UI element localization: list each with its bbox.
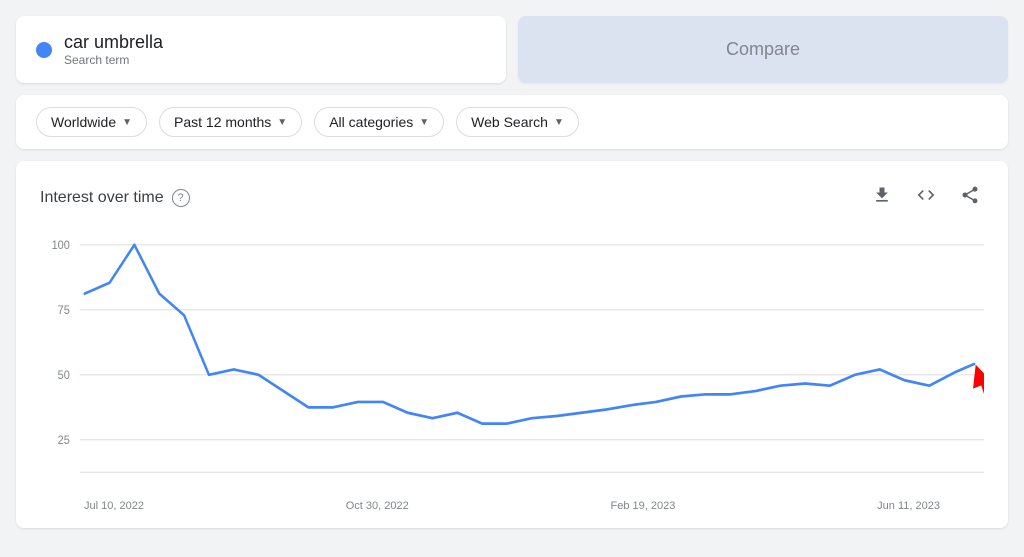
term-label: Search term (64, 53, 163, 67)
svg-text:75: 75 (58, 305, 70, 318)
interest-chart: 100 75 50 25 (40, 234, 984, 494)
term-name: car umbrella (64, 32, 163, 53)
chart-title: Interest over time (40, 189, 164, 207)
download-icon (872, 185, 892, 205)
chevron-down-icon: ▼ (122, 117, 132, 128)
search-type-filter-label: Web Search (471, 114, 548, 130)
search-type-filter[interactable]: Web Search ▼ (456, 107, 579, 137)
chart-actions (868, 181, 984, 214)
category-filter[interactable]: All categories ▼ (314, 107, 444, 137)
x-label-1: Jul 10, 2022 (84, 500, 144, 512)
filters-bar: Worldwide ▼ Past 12 months ▼ All categor… (16, 95, 1008, 149)
embed-icon (916, 185, 936, 205)
x-label-2: Oct 30, 2022 (346, 500, 409, 512)
help-icon[interactable]: ? (172, 189, 190, 207)
location-filter-label: Worldwide (51, 114, 116, 130)
x-label-4: Jun 11, 2023 (877, 500, 940, 512)
time-range-filter[interactable]: Past 12 months ▼ (159, 107, 302, 137)
time-range-filter-label: Past 12 months (174, 114, 271, 130)
share-button[interactable] (956, 181, 984, 214)
share-icon (960, 185, 980, 205)
chevron-down-icon: ▼ (419, 117, 429, 128)
chevron-down-icon: ▼ (277, 117, 287, 128)
location-filter[interactable]: Worldwide ▼ (36, 107, 147, 137)
search-term-card: car umbrella Search term (16, 16, 506, 83)
download-button[interactable] (868, 181, 896, 214)
search-term-text: car umbrella Search term (64, 32, 163, 67)
category-filter-label: All categories (329, 114, 413, 130)
compare-label: Compare (726, 39, 800, 60)
chart-header: Interest over time ? (40, 181, 984, 214)
chevron-down-icon: ▼ (554, 117, 564, 128)
chart-card: Interest over time ? (16, 161, 1008, 528)
chart-title-group: Interest over time ? (40, 189, 190, 207)
x-labels: Jul 10, 2022 Oct 30, 2022 Feb 19, 2023 J… (40, 494, 984, 512)
chart-area: 100 75 50 25 (40, 234, 984, 494)
svg-text:100: 100 (52, 240, 70, 253)
top-section: car umbrella Search term Compare (16, 16, 1008, 83)
search-term-dot (36, 42, 52, 58)
svg-text:50: 50 (58, 370, 70, 383)
x-label-3: Feb 19, 2023 (611, 500, 676, 512)
embed-button[interactable] (912, 181, 940, 214)
svg-text:25: 25 (58, 435, 70, 448)
compare-card[interactable]: Compare (518, 16, 1008, 83)
